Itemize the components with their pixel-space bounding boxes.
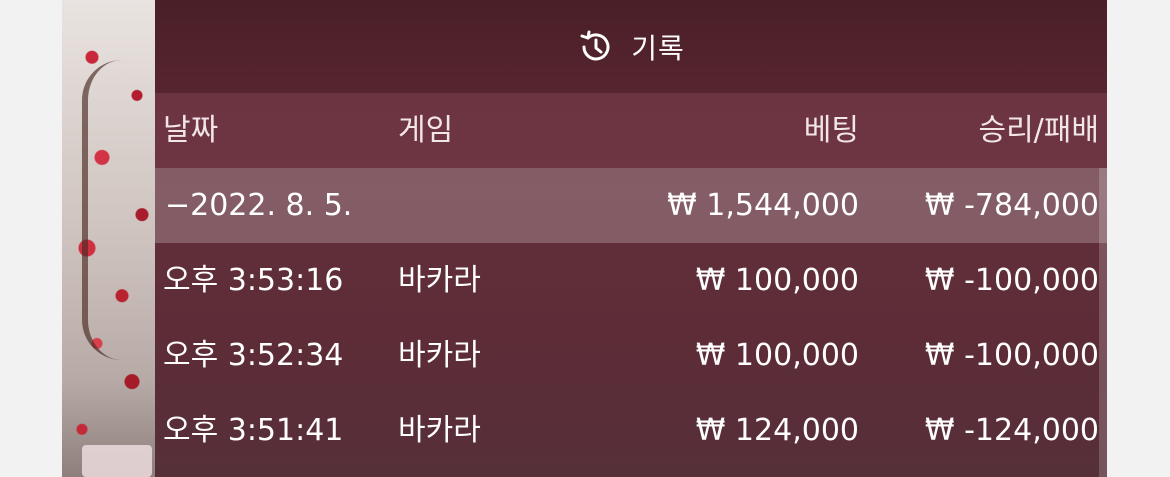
table-row[interactable]: 오후 3:51:41 바카라 ₩ 124,000 ₩ -124,000 [155, 393, 1107, 468]
row-game: 바카라 [398, 263, 481, 298]
column-header-result: 승리/패배 [978, 113, 1099, 148]
table-row[interactable]: 오후 3:53:16 바카라 ₩ 100,000 ₩ -100,000 [155, 243, 1107, 318]
panel-header: 기록 [155, 0, 1107, 93]
row-result: ₩ -100,000 [924, 263, 1099, 298]
row-bet: ₩ 100,000 [695, 263, 859, 298]
panel-title: 기록 [631, 31, 685, 65]
table-row[interactable]: 오후 3:52:34 바카라 ₩ 100,000 ₩ -100,000 [155, 318, 1107, 393]
row-result: ₩ -124,000 [924, 413, 1099, 448]
column-header-bet: 베팅 [803, 113, 859, 148]
table-header-row: 날짜 게임 베팅 승리/패배 [155, 93, 1107, 168]
row-result: ₩ -100,000 [924, 338, 1099, 373]
group-result-total: ₩ -784,000 [924, 188, 1099, 223]
group-bet-total: ₩ 1,544,000 [667, 188, 859, 223]
history-table[interactable]: 날짜 게임 베팅 승리/패배 −2022. 8. 5. ₩ 1,544,000 … [155, 93, 1107, 477]
row-game: 바카라 [398, 413, 481, 448]
background-blossom-decoration [62, 0, 162, 477]
row-time: 오후 3:51:41 [163, 413, 344, 448]
scrollbar[interactable] [1099, 168, 1107, 477]
row-time: 오후 3:52:34 [163, 338, 344, 373]
group-date: −2022. 8. 5. [165, 188, 353, 223]
date-group-row[interactable]: −2022. 8. 5. ₩ 1,544,000 ₩ -784,000 [155, 168, 1107, 243]
branch-decoration [82, 60, 148, 360]
row-game: 바카라 [398, 338, 481, 373]
row-bet: ₩ 100,000 [695, 338, 859, 373]
row-bet: ₩ 124,000 [695, 413, 859, 448]
card-box-decoration [82, 445, 152, 477]
column-header-game: 게임 [398, 113, 454, 148]
row-time: 오후 3:53:16 [163, 263, 344, 298]
history-icon [577, 28, 615, 66]
history-panel: 기록 날짜 게임 베팅 승리/패배 −2022. 8. 5. ₩ 1,544,0… [155, 0, 1107, 477]
column-header-date: 날짜 [163, 113, 219, 148]
